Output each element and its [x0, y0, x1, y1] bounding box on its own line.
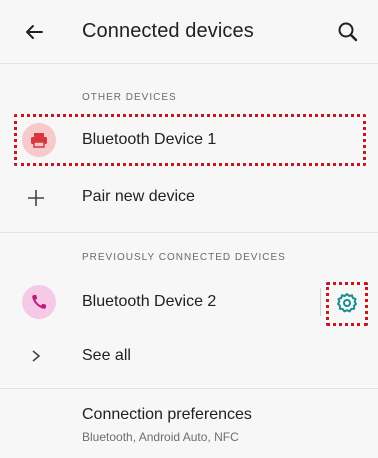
- highlight-box-settings: [326, 282, 368, 326]
- back-button[interactable]: [20, 18, 48, 46]
- device-name-label: Bluetooth Device 2: [82, 293, 217, 310]
- search-button[interactable]: [334, 18, 362, 46]
- action-divider: [320, 288, 321, 316]
- pair-new-device-label: Pair new device: [82, 188, 195, 205]
- pair-new-device-row[interactable]: Pair new device: [0, 174, 378, 222]
- plus-icon: [28, 190, 44, 206]
- see-all-row[interactable]: See all: [0, 338, 378, 378]
- phone-icon: [32, 295, 46, 309]
- connection-preferences-title: Connection preferences: [82, 406, 252, 423]
- arrow-left-icon: [26, 25, 43, 39]
- device-row-bluetooth-device-2[interactable]: Bluetooth Device 2: [0, 276, 378, 328]
- connection-preferences-subtitle: Bluetooth, Android Auto, NFC: [82, 430, 239, 444]
- section-header-other-devices: OTHER DEVICES: [82, 92, 177, 103]
- section-divider: [0, 388, 378, 389]
- page-title: Connected devices: [82, 20, 254, 42]
- chevron-right-icon: [32, 350, 41, 362]
- phone-icon-badge: [22, 285, 56, 319]
- section-header-previously-connected: PREVIOUSLY CONNECTED DEVICES: [82, 252, 286, 263]
- highlight-box-device-1: [14, 114, 366, 166]
- search-icon: [338, 22, 358, 42]
- app-bar: Connected devices: [0, 0, 378, 64]
- see-all-label: See all: [82, 347, 131, 364]
- section-divider: [0, 232, 378, 233]
- connection-preferences-row[interactable]: [0, 396, 378, 456]
